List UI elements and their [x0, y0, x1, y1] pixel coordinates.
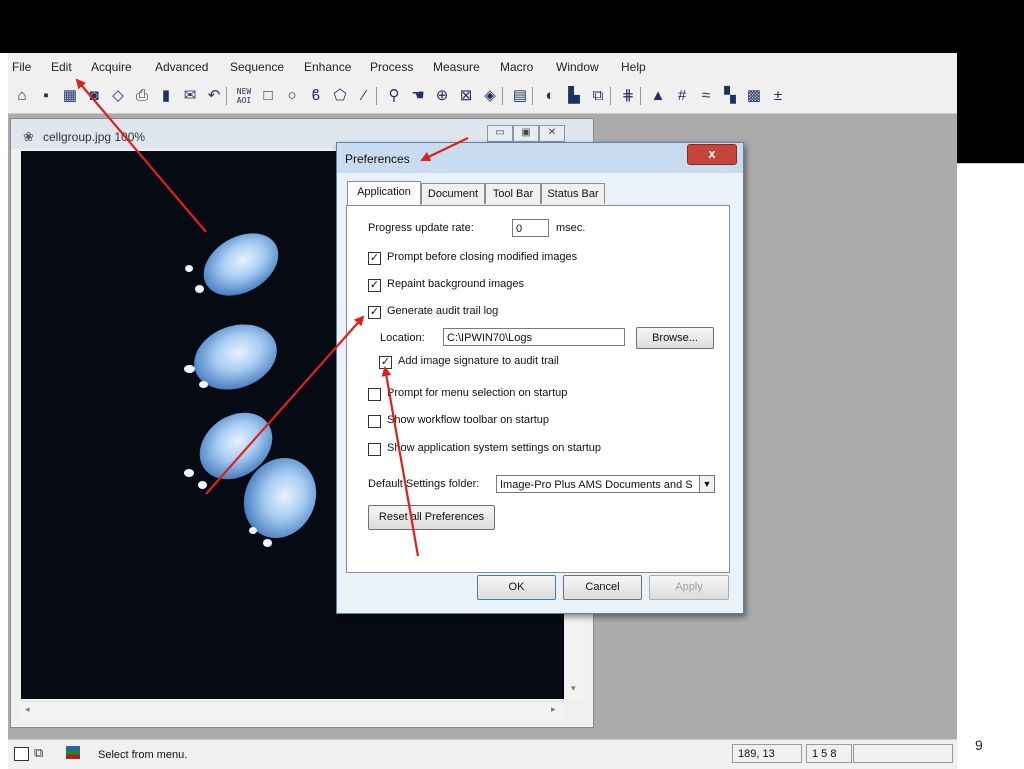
- arrow-to-image-signature: [381, 366, 420, 557]
- arrow-to-preferences-title: [420, 137, 469, 162]
- arrow-to-edit-menu: [75, 78, 207, 233]
- annotation-arrows: [75, 78, 469, 557]
- arrow-to-audit-trail: [205, 315, 365, 495]
